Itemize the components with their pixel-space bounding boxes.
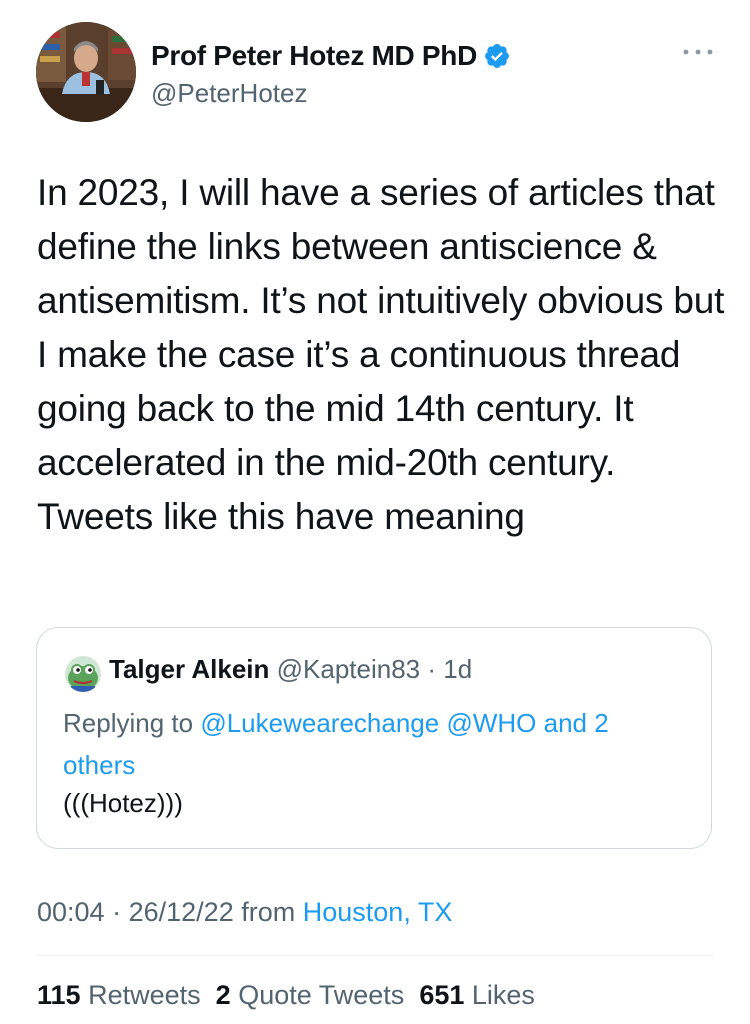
- likes-label: Likes: [471, 980, 535, 1010]
- profile-photo-icon: [36, 22, 136, 122]
- tweet-stats: 115 Retweets 2 Quote Tweets 651 Likes: [37, 980, 535, 1011]
- quote-age[interactable]: 1d: [443, 654, 472, 684]
- pepe-avatar-icon: [65, 656, 101, 692]
- quoted-tweet-card[interactable]: Talger Alkein @Kaptein83 · 1d Replying t…: [36, 627, 712, 849]
- quote-author-handle[interactable]: @Kaptein83: [277, 654, 421, 684]
- quote-tweets-count: 2: [215, 980, 231, 1010]
- author-display-name[interactable]: Prof Peter Hotez MD PhD: [151, 40, 477, 72]
- quote-separator: ·: [427, 654, 437, 684]
- tweet-meta-line: 00:04 · 26/12/22 from Houston, TX: [37, 897, 452, 928]
- reply-mention-who[interactable]: @WHO: [446, 708, 536, 738]
- tweet-text: In 2023, I will have a series of article…: [37, 172, 725, 537]
- quote-author-name[interactable]: Talger Alkein: [109, 654, 269, 684]
- stats-divider: [36, 955, 714, 956]
- retweets-stat[interactable]: 115 Retweets: [37, 980, 201, 1010]
- quote-header: Talger Alkein @Kaptein83 · 1d: [109, 654, 472, 685]
- verified-badge-icon: [485, 44, 509, 68]
- reply-mention-lukewearechange[interactable]: @Lukewearechange: [200, 708, 439, 738]
- tweet-location[interactable]: Houston, TX: [303, 897, 453, 927]
- quote-tweets-stat[interactable]: 2 Quote Tweets: [216, 980, 405, 1010]
- retweets-count: 115: [37, 980, 81, 1010]
- author-avatar[interactable]: [36, 22, 136, 122]
- author-display-name-row[interactable]: Prof Peter Hotez MD PhD: [151, 40, 511, 72]
- more-options-icon[interactable]: [680, 42, 716, 62]
- replying-and[interactable]: and: [544, 708, 587, 738]
- retweets-label: Retweets: [88, 980, 201, 1010]
- tweet-time[interactable]: 00:04: [37, 897, 105, 927]
- meta-separator: ·: [112, 897, 122, 927]
- quote-author-avatar[interactable]: [65, 656, 101, 692]
- author-handle[interactable]: @PeterHotez: [151, 78, 307, 109]
- quote-tweets-label: Quote Tweets: [238, 980, 405, 1010]
- likes-stat[interactable]: 651 Likes: [419, 980, 535, 1010]
- quote-replying-to: Replying to @Lukewearechange @WHO and 2 …: [63, 702, 673, 786]
- likes-count: 651: [419, 980, 465, 1010]
- tweet-date[interactable]: 26/12/22: [129, 897, 234, 927]
- from-label: from: [241, 897, 296, 927]
- replying-prefix: Replying to: [63, 708, 194, 738]
- quote-text: (((Hotez))): [63, 788, 183, 818]
